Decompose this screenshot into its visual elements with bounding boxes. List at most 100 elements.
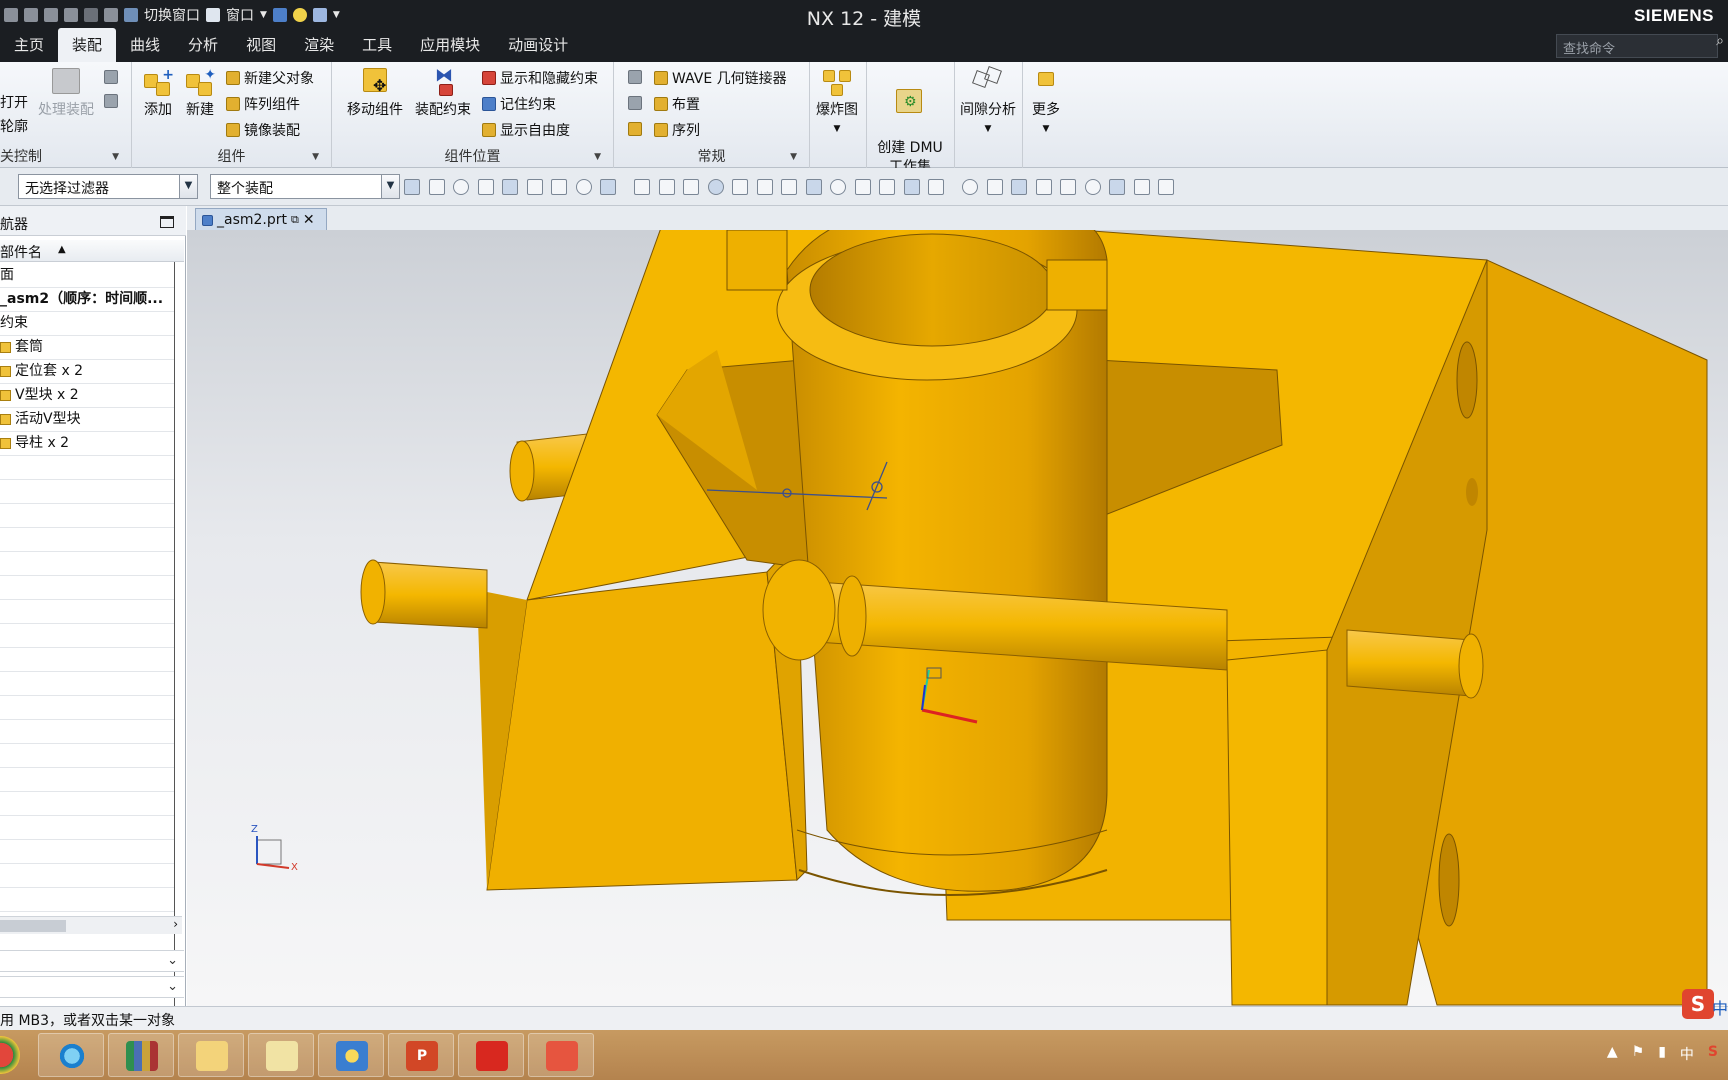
dependencies-panel-toggle[interactable]: ⌄ [0,976,184,998]
open-button[interactable]: 打开 [0,92,28,112]
chevron-down-icon[interactable]: ▼ [260,10,267,20]
snap-face-icon[interactable] [903,179,920,195]
zoom-icon[interactable] [986,179,1003,195]
delete-icon[interactable] [84,8,98,22]
snap-intersect-icon[interactable] [781,179,797,195]
add-component-button[interactable]: + 添加 [138,66,178,120]
chevron-down-icon[interactable]: ▼ [790,152,797,162]
light-icon[interactable] [292,8,307,22]
chevron-down-icon[interactable]: ▼ [179,175,197,198]
taskbar-powerpoint[interactable]: P [388,1033,454,1077]
assembly-nav-icon[interactable] [628,70,642,84]
body-icon[interactable] [600,179,616,195]
snap-center-icon[interactable] [805,179,822,195]
preview-panel-toggle[interactable]: ⌄ [0,950,184,972]
snap-wave-icon[interactable] [756,179,773,195]
rotate-icon[interactable] [1011,179,1027,195]
maximize-icon[interactable] [160,216,174,228]
process-assembly-button[interactable]: 处理装配 [34,66,98,120]
rect-select-icon[interactable] [551,179,567,195]
snap-line-icon[interactable] [683,179,699,195]
component-props-icon[interactable] [628,122,642,136]
switch-window-button[interactable]: 切换窗口 [144,5,200,25]
reuse-icon[interactable] [104,70,118,84]
snap-midpoint-icon[interactable] [658,179,675,195]
filter-icon[interactable] [404,179,420,195]
tab-animation-design[interactable]: 动画设计 [494,34,582,62]
copy-icon[interactable] [64,8,78,22]
redo-icon[interactable] [44,8,58,22]
document-tab[interactable]: _asm2.prt ⧉ ✕ [195,208,327,230]
more-button[interactable]: 更多 ▼ [1026,66,1066,139]
outline-button[interactable]: 轮廓 [0,116,28,136]
taskbar-acrobat[interactable] [458,1033,524,1077]
snap-bounded-icon[interactable] [928,179,944,195]
taskbar-nx[interactable] [318,1033,384,1077]
column-header-part-name[interactable]: 部件名 ▲ [0,240,184,262]
csys-icon[interactable] [1158,179,1174,195]
render-icon[interactable] [312,8,327,22]
render-style-icon[interactable] [1060,179,1076,195]
chevron-right-icon[interactable]: › [173,917,178,931]
face-icon[interactable] [575,179,592,195]
snap-onCurve-icon[interactable] [879,179,895,195]
view-fit-icon[interactable] [962,179,978,195]
undock-icon[interactable]: ⧉ [291,213,299,227]
window-menu-button[interactable]: 窗口 [226,5,254,25]
snap-quadrant-icon[interactable] [830,179,846,195]
scroll-thumb[interactable] [0,920,66,932]
select-icon[interactable] [428,179,445,195]
new-parent-button[interactable]: 新建父对象 [226,68,314,88]
battery-icon[interactable]: ▮ [1658,1044,1666,1064]
guide-pin-front-left[interactable] [360,559,488,629]
layout-icon[interactable] [1084,179,1101,195]
assembly-constraints-button[interactable]: ⧓ 装配约束 [410,66,476,120]
tab-home[interactable]: 主页 [0,34,58,62]
graphics-viewport[interactable]: Z X [187,230,1728,1006]
guide-pin-front-right[interactable] [1346,629,1484,699]
navigator-row[interactable]: 套筒 [0,336,174,360]
tab-render[interactable]: 渲染 [290,34,348,62]
pan-icon[interactable] [1035,179,1052,195]
mirror-assembly-button[interactable]: 镜像装配 [226,120,300,140]
ime-indicator[interactable]: S 中 [1682,989,1728,1023]
taskbar-ie[interactable] [38,1033,104,1077]
pattern-component-button[interactable]: 阵列组件 [226,94,300,114]
chevron-down-icon[interactable]: ▼ [381,175,399,198]
search-icon[interactable]: ⌕ [1716,33,1724,49]
show-hide-constraints-button[interactable]: 显示和隐藏约束 [482,68,598,88]
display-icon[interactable] [1133,179,1150,195]
orient-icon[interactable] [1109,179,1125,195]
navigator-row[interactable]: 定位套 x 2 [0,360,174,384]
sogou-tray-icon[interactable]: S [1708,1044,1718,1064]
undo-icon[interactable] [24,8,38,22]
navigator-row[interactable]: 导柱 x 2 [0,432,174,456]
horizontal-scrollbar[interactable]: › [0,916,182,934]
navigator-row[interactable]: 活动V型块 [0,408,174,432]
deselect-icon[interactable] [502,179,518,195]
ime-tray-icon[interactable]: 中 [1680,1044,1694,1064]
exploded-view-button[interactable]: 爆炸图 ▼ [812,66,862,139]
navigator-row[interactable]: 约束 [0,312,174,336]
tab-curve[interactable]: 曲线 [116,34,174,62]
sequence-nav-icon[interactable] [628,96,642,110]
snap-curve-icon[interactable] [707,179,724,195]
snap-point-icon[interactable] [854,179,871,195]
repeat-icon[interactable] [104,8,118,22]
taskbar-paint[interactable] [248,1033,314,1077]
taskbar-recorder[interactable] [528,1033,594,1077]
chevron-down-icon[interactable]: ▼ [112,152,119,162]
link-icon[interactable] [104,94,118,108]
sequence-button[interactable]: 序列 [654,120,700,140]
show-dof-button[interactable]: 显示自由度 [482,120,570,140]
chevron-down-icon[interactable]: ▼ [312,152,319,162]
navigator-row[interactable]: 面 [0,264,174,288]
snap-spline-icon[interactable] [732,179,748,195]
taskbar-library[interactable] [108,1033,174,1077]
save-icon[interactable] [4,8,18,22]
chevron-down-icon[interactable]: ▼ [594,152,601,162]
close-icon[interactable]: ✕ [303,212,315,228]
wave-geometry-linker-button[interactable]: WAVE 几何链接器 [654,68,787,88]
snap-endpoint-icon[interactable] [634,179,650,195]
flag-icon[interactable]: ⚑ [1632,1044,1645,1064]
